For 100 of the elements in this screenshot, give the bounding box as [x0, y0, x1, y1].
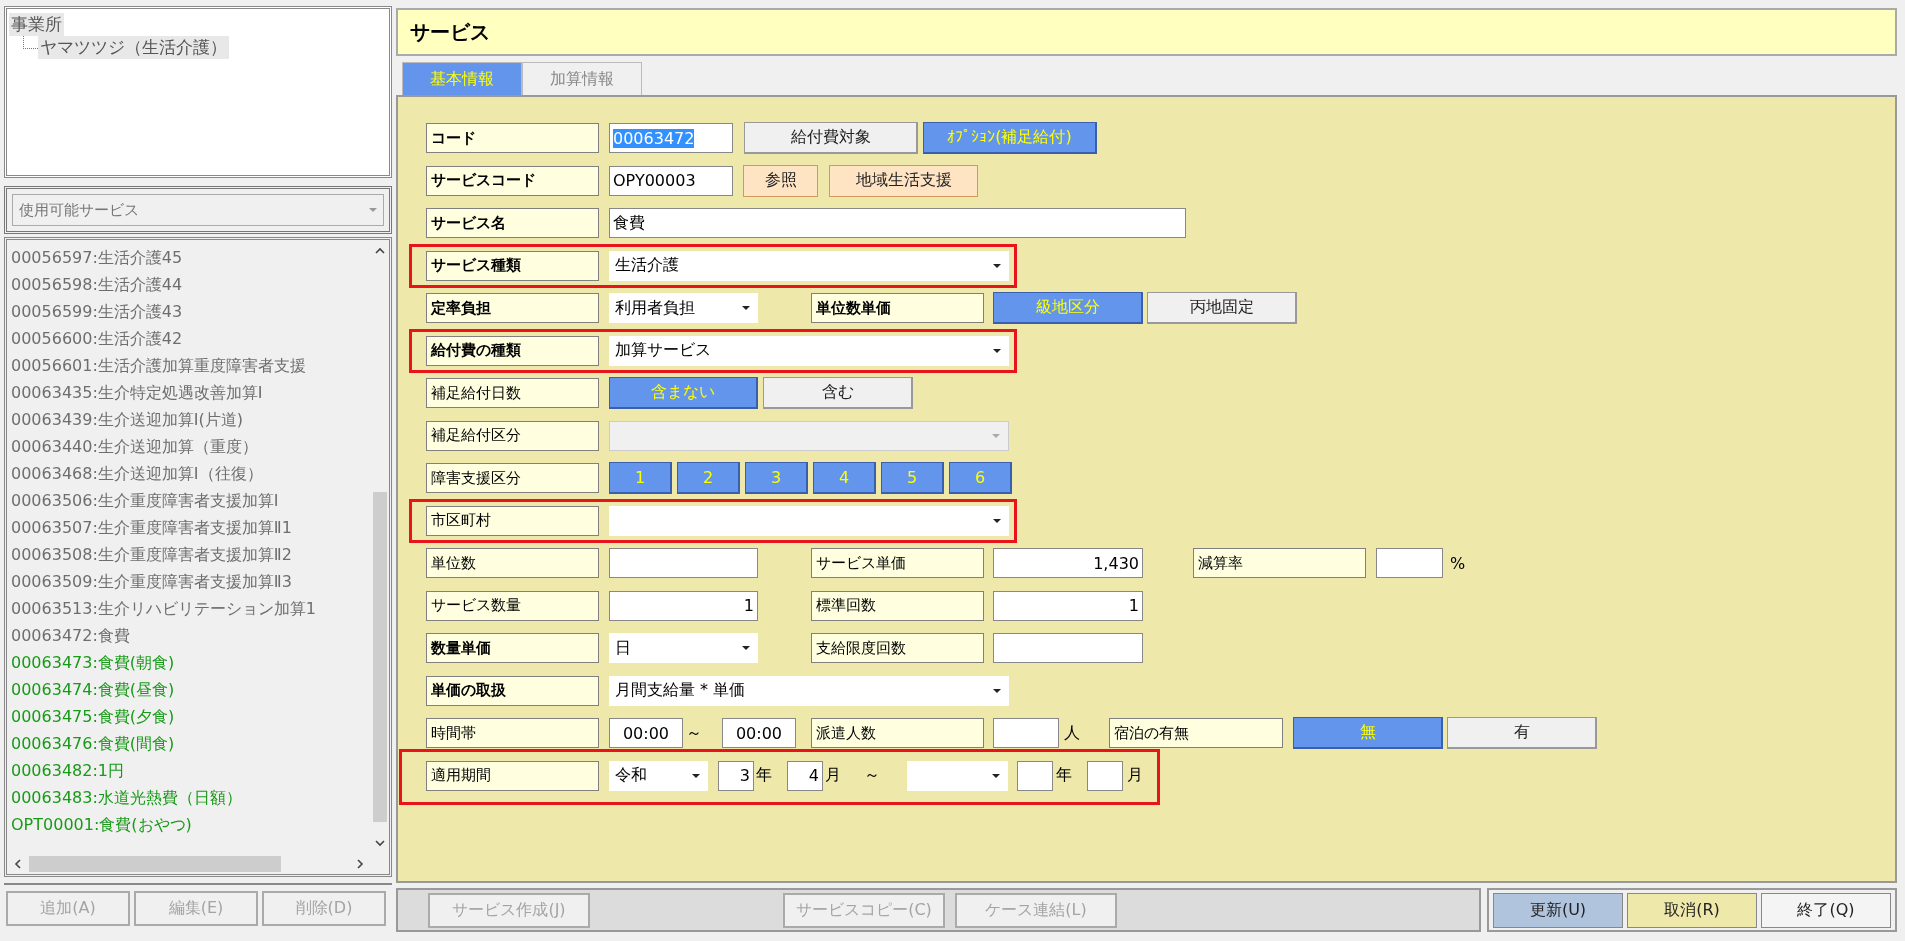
toggle-button[interactable]: 丙地固定 [1147, 292, 1297, 324]
scroll-right-icon[interactable] [355, 858, 365, 870]
service-list-item[interactable]: 00063508:生介重度障害者支援加算Ⅱ2 [7, 541, 371, 568]
field-label: 適用期間 [426, 760, 599, 791]
field-label: 障害支援区分 [426, 463, 599, 493]
service-list-item[interactable]: 00063468:生介送迎加算Ⅰ（往復） [7, 460, 371, 487]
input-field[interactable]: 1,430 [993, 548, 1143, 578]
field-label: 市区町村 [426, 505, 599, 536]
service-list-item[interactable]: 00063476:食費(間食) [7, 730, 371, 757]
toggle-button[interactable]: 有 [1447, 717, 1597, 749]
toggle-button[interactable]: 含まない [609, 377, 758, 409]
service-list-item[interactable]: 00063474:食費(昼食) [7, 676, 371, 703]
caret-icon [992, 773, 1000, 778]
toggle-button[interactable]: 3 [745, 462, 808, 494]
field-label: 単位数単価 [811, 293, 984, 323]
service-list-item[interactable]: 00063483:水道光熱費（日額） [7, 784, 371, 811]
field-label: 定率負担 [426, 293, 599, 323]
field-label: サービス単価 [811, 548, 984, 578]
service-list-item[interactable]: 00063507:生介重度障害者支援加算Ⅱ1 [7, 514, 371, 541]
toggle-button[interactable]: 4 [813, 462, 876, 494]
toggle-button[interactable]: 含む [763, 377, 913, 409]
service-list-item[interactable]: 00063513:生介リハビリテーション加算1 [7, 595, 371, 622]
field-label: 時間帯 [426, 718, 599, 748]
service-list-item[interactable]: 00063482:1円 [7, 757, 371, 784]
field-label: サービス種類 [426, 250, 599, 281]
scroll-down-icon[interactable] [374, 838, 386, 848]
input-field[interactable]: 4 [787, 760, 823, 791]
toggle-button[interactable]: 6 [949, 462, 1012, 494]
field-label: 単価の取扱 [426, 675, 599, 706]
toggle-button[interactable]: 無 [1293, 717, 1443, 749]
caret-icon [993, 688, 1001, 693]
service-list-item[interactable]: 00063472:食費 [7, 622, 371, 649]
input-field[interactable] [993, 633, 1143, 663]
field-label: サービス数量 [426, 590, 599, 621]
input-field[interactable]: 00:00 [722, 718, 796, 748]
tree-item[interactable]: ヤマツツジ（生活介護） [38, 36, 229, 59]
tab[interactable]: 加算情報 [522, 62, 642, 95]
input-field[interactable] [1017, 760, 1053, 791]
service-list-item[interactable]: 00056599:生活介護43 [7, 298, 371, 325]
dropdown[interactable]: 日 [609, 633, 758, 663]
input-field[interactable]: 1 [993, 590, 1143, 621]
action-button[interactable]: 参照 [743, 164, 818, 197]
dropdown[interactable]: 生活介護 [609, 250, 1009, 281]
unit-text: 人 [1064, 722, 1081, 744]
toggle-button[interactable]: 1 [609, 462, 672, 494]
service-list-item[interactable]: 00056598:生活介護44 [7, 271, 371, 298]
unit-text: 年 [1056, 765, 1073, 786]
field-label: 標準回数 [811, 590, 984, 621]
field-label: コード [426, 123, 599, 153]
dropdown[interactable]: 月間支給量 * 単価 [609, 675, 1009, 706]
input-field[interactable]: 食費 [609, 208, 1186, 238]
command-button[interactable]: 取消(R) [1627, 892, 1757, 928]
service-list-item[interactable]: 00056597:生活介護45 [7, 244, 371, 271]
command-button[interactable]: 更新(U) [1493, 892, 1623, 928]
input-field[interactable]: 1 [609, 590, 758, 621]
input-field[interactable] [1376, 548, 1443, 578]
dropdown[interactable]: 利用者負担 [609, 293, 758, 323]
dropdown[interactable]: 令和 [609, 760, 708, 791]
toggle-button[interactable]: 級地区分 [993, 292, 1143, 324]
toggle-button[interactable]: 2 [677, 462, 740, 494]
service-list-item[interactable]: 00063473:食費(朝食) [7, 649, 371, 676]
field-label: 減算率 [1193, 548, 1366, 578]
scroll-up-icon[interactable] [374, 246, 386, 256]
input-field[interactable]: 3 [718, 760, 754, 791]
input-field[interactable]: 00063472 [609, 123, 733, 153]
unit-text: ～ [864, 765, 881, 786]
toggle-button[interactable]: 5 [881, 462, 944, 494]
unit-text: 年 [756, 765, 773, 786]
command-button[interactable]: 終了(Q) [1761, 892, 1891, 928]
service-list-item[interactable]: 00063440:生介送迎加算（重度） [7, 433, 371, 460]
caret-icon [742, 306, 750, 310]
service-list-item[interactable]: 00063509:生介重度障害者支援加算Ⅱ3 [7, 568, 371, 595]
caret-icon [369, 208, 377, 212]
service-list-item[interactable]: OPT00001:食費(おやつ) [7, 811, 371, 838]
input-field[interactable] [993, 718, 1059, 748]
dropdown[interactable]: 加算サービス [609, 335, 1009, 366]
service-list-item[interactable]: 00063435:生介特定処遇改善加算Ⅰ [7, 379, 371, 406]
input-field[interactable]: OPY00003 [609, 165, 733, 196]
service-list-item[interactable]: 00063506:生介重度障害者支援加算Ⅰ [7, 487, 371, 514]
caret-icon [993, 518, 1001, 523]
service-list-item[interactable]: 00056600:生活介護42 [7, 325, 371, 352]
tab[interactable]: 基本情報 [402, 62, 522, 95]
caret-icon [742, 646, 750, 650]
field-label: サービス名 [426, 208, 599, 238]
unit-text: ～ [686, 722, 703, 744]
service-list-item[interactable]: 00063439:生介送迎加算Ⅰ(片道) [7, 406, 371, 433]
service-list-item[interactable]: 00056601:生活介護加算重度障害者支援 [7, 352, 371, 379]
input-field[interactable] [609, 548, 758, 578]
field-label: サービスコード [426, 165, 599, 196]
scroll-left-icon[interactable] [13, 858, 23, 870]
service-list-item[interactable]: 00063475:食費(夕食) [7, 703, 371, 730]
unit-text: 月 [825, 765, 842, 786]
toggle-button[interactable]: ｵﾌﾟｼｮﾝ(補足給付) [923, 122, 1097, 154]
tree-item[interactable]: 事業所 [9, 13, 64, 36]
action-button[interactable]: 地域生活支援 [829, 164, 978, 197]
unit-text: % [1450, 553, 1467, 573]
toggle-button[interactable]: 給付費対象 [744, 122, 918, 154]
caret-icon [992, 433, 1000, 438]
input-field[interactable]: 00:00 [609, 718, 683, 748]
input-field[interactable] [1087, 760, 1123, 791]
